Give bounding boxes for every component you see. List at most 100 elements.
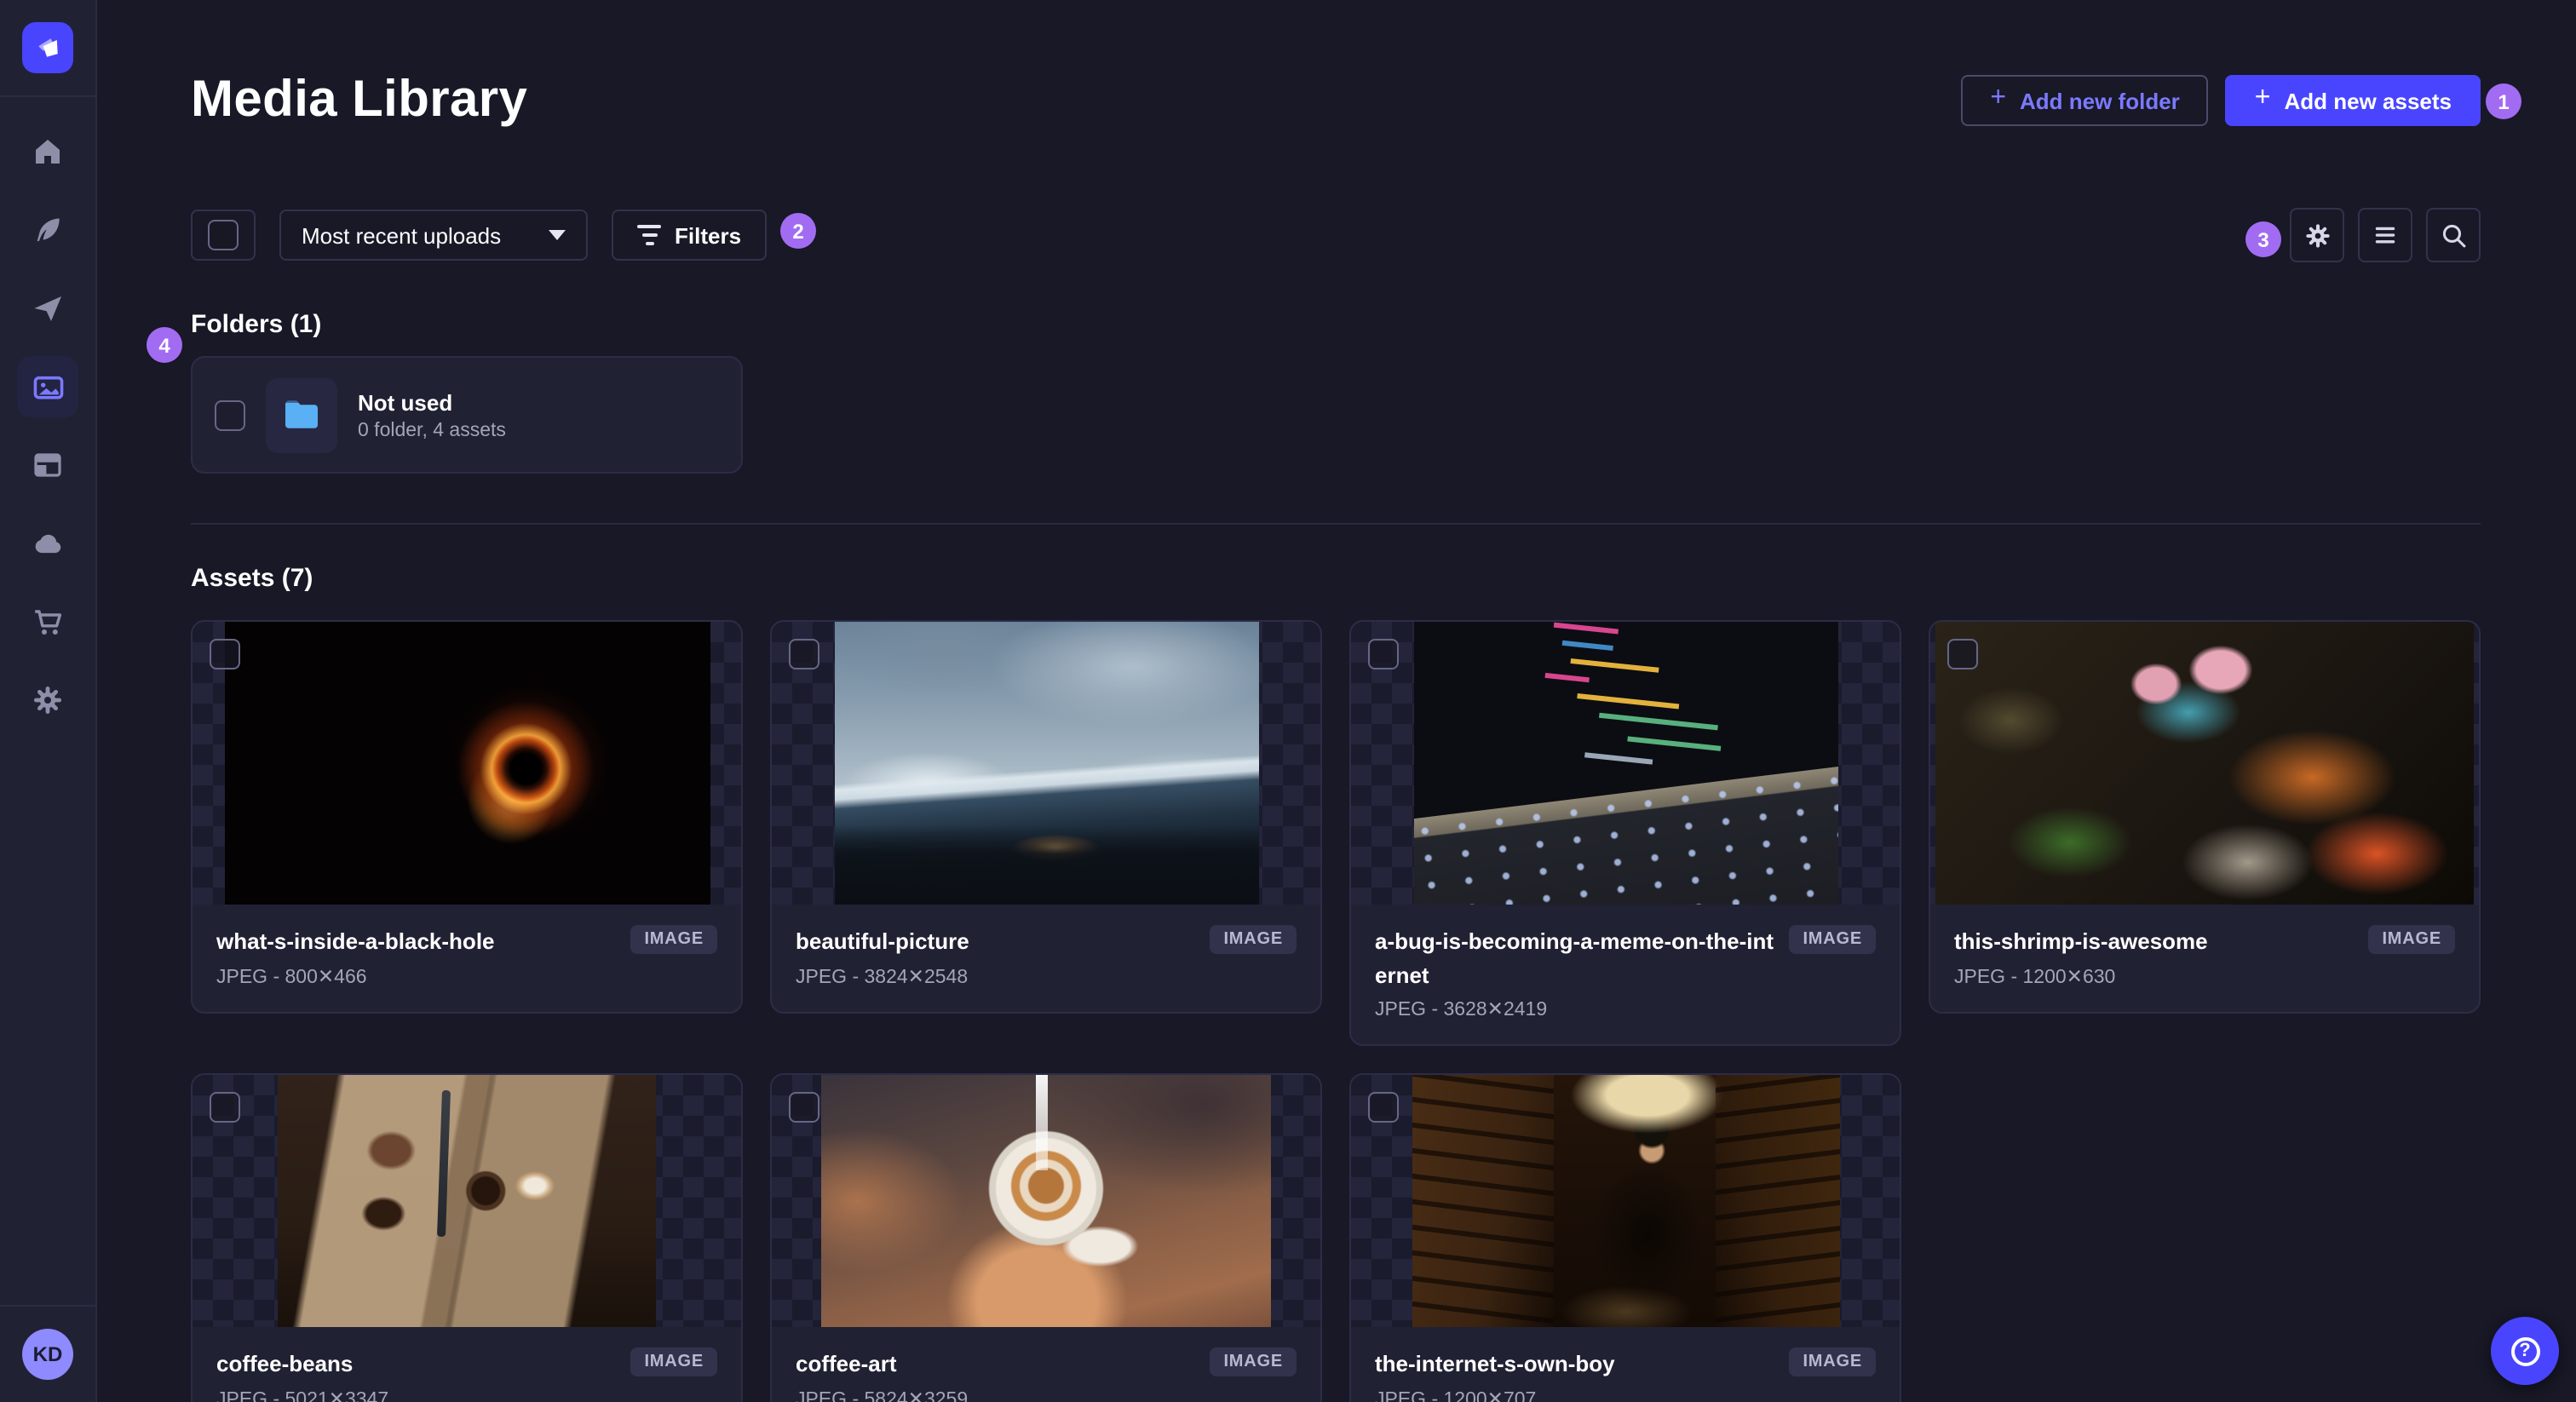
toolbar-left: Most recent uploads Filters	[191, 210, 768, 261]
asset-thumbnail	[1351, 1075, 1900, 1327]
strapi-logo[interactable]	[22, 22, 73, 73]
sort-select[interactable]: Most recent uploads	[279, 210, 588, 261]
asset-card-coffee-beans[interactable]: coffee-beans JPEG - 5021✕3347 IMAGE	[191, 1073, 743, 1402]
asset-meta: JPEG - 3628✕2419	[1375, 1000, 1548, 1020]
search-button[interactable]	[2426, 208, 2481, 262]
list-view-button[interactable]	[2358, 208, 2412, 262]
asset-name: what-s-inside-a-black-hole	[216, 928, 495, 954]
plus-icon: +	[2254, 83, 2271, 112]
asset-meta: JPEG - 3824✕2548	[796, 967, 969, 987]
asset-thumbnail	[193, 1075, 741, 1327]
paper-plane-icon	[34, 296, 61, 321]
asset-checkbox[interactable]	[210, 1092, 240, 1123]
asset-checkbox[interactable]	[789, 639, 819, 669]
sidebar: KD	[0, 0, 97, 1402]
asset-thumbnail	[1930, 622, 2479, 905]
asset-image-black-hole	[224, 622, 710, 905]
section-divider	[191, 523, 2481, 525]
media-library-icon	[32, 375, 63, 399]
folder-name: Not used	[358, 389, 453, 415]
asset-checkbox[interactable]	[210, 639, 240, 669]
sidebar-footer: KD	[0, 1305, 95, 1402]
asset-type-badge: IMAGE	[1789, 1347, 1876, 1376]
annotation-badge-1: 1	[2486, 83, 2521, 119]
asset-name: this-shrimp-is-awesome	[1954, 928, 2208, 954]
folder-card[interactable]: Not used 0 folder, 4 assets	[191, 356, 743, 474]
asset-info: beautiful-picture JPEG - 3824✕2548 IMAGE	[772, 905, 1320, 1011]
asset-checkbox[interactable]	[789, 1092, 819, 1123]
annotation-badge-4: 4	[147, 327, 182, 363]
asset-type-badge: IMAGE	[2368, 925, 2455, 954]
folders-heading: Folders (1)	[191, 310, 322, 339]
asset-name: beautiful-picture	[796, 928, 969, 954]
folder-checkbox[interactable]	[215, 399, 245, 430]
asset-card-beautiful-picture[interactable]: beautiful-picture JPEG - 3824✕2548 IMAGE	[770, 620, 1322, 1013]
asset-card-bug-meme[interactable]: a-bug-is-becoming-a-meme-on-the-internet…	[1349, 620, 1901, 1046]
sidebar-item-content-manager[interactable]	[17, 199, 78, 261]
folder-icon	[285, 400, 318, 428]
asset-card-black-hole[interactable]: what-s-inside-a-black-hole JPEG - 800✕46…	[191, 620, 743, 1013]
select-all-checkbox[interactable]	[208, 220, 239, 250]
chevron-down-icon	[549, 230, 566, 240]
sort-select-value: Most recent uploads	[302, 222, 502, 248]
asset-checkbox[interactable]	[1368, 1092, 1399, 1123]
annotation-badge-2: 2	[780, 213, 816, 249]
sidebar-item-releases[interactable]	[17, 278, 78, 339]
add-new-assets-button[interactable]: + Add new assets	[2225, 75, 2481, 126]
sidebar-item-settings[interactable]	[17, 669, 78, 731]
asset-checkbox[interactable]	[1368, 639, 1399, 669]
annotation-badge-3: 3	[2245, 221, 2281, 257]
app-root: KD Media Library + Add new folder + Add …	[0, 0, 2576, 1402]
add-new-folder-button[interactable]: + Add new folder	[1961, 75, 2209, 126]
asset-image-shrimp	[1935, 622, 2474, 905]
asset-image-mountains	[834, 622, 1258, 905]
asset-info: coffee-art JPEG - 5824✕3259 IMAGE	[772, 1327, 1320, 1402]
filters-button[interactable]: Filters	[612, 210, 768, 261]
asset-info: the-internet-s-own-boy JPEG - 1200✕707 I…	[1351, 1327, 1900, 1402]
toolbar: Most recent uploads Filters	[191, 208, 2481, 262]
asset-checkbox[interactable]	[1947, 639, 1978, 669]
asset-meta: JPEG - 1200✕707	[1375, 1389, 1537, 1402]
sidebar-item-deploy[interactable]	[17, 513, 78, 574]
help-button[interactable]: ?	[2491, 1317, 2559, 1385]
asset-type-badge: IMAGE	[1210, 925, 1297, 954]
folder-text: Not used 0 folder, 4 assets	[358, 389, 506, 440]
asset-image-coffee-beans	[278, 1075, 656, 1327]
asset-name: the-internet-s-own-boy	[1375, 1351, 1615, 1376]
main-content: Media Library + Add new folder + Add new…	[95, 0, 2576, 1402]
page-header: Media Library + Add new folder + Add new…	[191, 68, 2481, 133]
assets-heading: Assets (7)	[191, 564, 313, 593]
select-all-field	[191, 210, 256, 261]
sidebar-item-marketplace[interactable]	[17, 591, 78, 652]
asset-card-shrimp[interactable]: this-shrimp-is-awesome JPEG - 1200✕630 I…	[1929, 620, 2481, 1013]
asset-card-internet-boy[interactable]: the-internet-s-own-boy JPEG - 1200✕707 I…	[1349, 1073, 1901, 1402]
strapi-logo-icon	[38, 38, 58, 57]
toolbar-right	[2290, 208, 2481, 262]
header-actions: + Add new folder + Add new assets	[1961, 75, 2481, 126]
question-mark-icon: ?	[2510, 1336, 2539, 1365]
asset-meta: JPEG - 1200✕630	[1954, 967, 2116, 987]
asset-image-library-boy	[1412, 1075, 1839, 1327]
folder-icon-box	[266, 377, 337, 452]
gear-icon	[34, 687, 61, 714]
view-settings-button[interactable]	[2290, 208, 2344, 262]
asset-info: coffee-beans JPEG - 5021✕3347 IMAGE	[193, 1327, 741, 1402]
asset-meta: JPEG - 800✕466	[216, 967, 367, 987]
asset-type-badge: IMAGE	[1789, 925, 1876, 954]
asset-info: a-bug-is-becoming-a-meme-on-the-internet…	[1351, 905, 1900, 1044]
filters-label: Filters	[675, 222, 742, 248]
asset-thumbnail	[1351, 622, 1900, 905]
asset-name: a-bug-is-becoming-a-meme-on-the-internet	[1375, 928, 1774, 987]
asset-image-laptop-code	[1413, 622, 1837, 905]
asset-type-badge: IMAGE	[630, 1347, 717, 1376]
sidebar-item-content-type-builder[interactable]	[17, 434, 78, 496]
cart-icon	[35, 610, 62, 635]
asset-meta: JPEG - 5021✕3347	[216, 1389, 389, 1402]
asset-meta: JPEG - 5824✕3259	[796, 1389, 969, 1402]
avatar[interactable]: KD	[22, 1329, 73, 1380]
sidebar-item-home[interactable]	[17, 121, 78, 182]
sidebar-item-media-library[interactable]	[17, 356, 78, 417]
asset-card-coffee-art[interactable]: coffee-art JPEG - 5824✕3259 IMAGE	[770, 1073, 1322, 1402]
assets-row-2: coffee-beans JPEG - 5021✕3347 IMAGE coff…	[191, 1073, 2481, 1402]
sidebar-footer-divider	[0, 1305, 95, 1307]
